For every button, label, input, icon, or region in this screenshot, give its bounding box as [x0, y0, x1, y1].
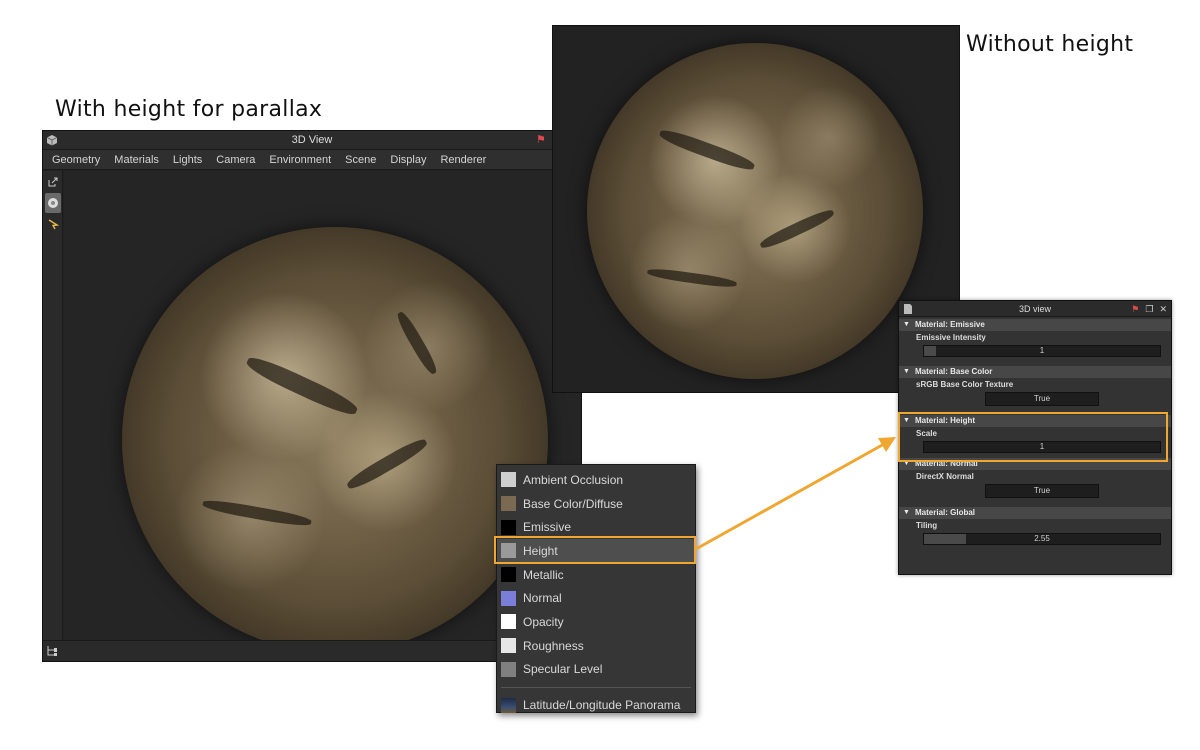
pin-icon[interactable]: ⚑ [1131, 301, 1139, 317]
channel-item-ambient-occlusion[interactable]: Ambient Occlusion [497, 468, 695, 492]
menu-scene[interactable]: Scene [340, 150, 385, 169]
cube-icon [46, 135, 58, 146]
rock-material-sphere [122, 227, 548, 641]
channel-dropdown-menu: Ambient Occlusion Base Color/Diffuse Emiss… [496, 464, 696, 713]
emissive-intensity-slider[interactable]: 1 [923, 345, 1161, 357]
channel-label: Emissive [523, 520, 572, 535]
pin-icon[interactable]: ⚑ [536, 131, 546, 150]
panel-title-bar: 3D view ⚑ ❐ ✕ [899, 301, 1171, 317]
channel-thumbnail-icon [501, 638, 516, 654]
channel-label: Opacity [523, 614, 564, 629]
channel-item-opacity[interactable]: Opacity [497, 610, 695, 634]
channel-label: Base Color/Diffuse [523, 496, 623, 511]
menu-renderer[interactable]: Renderer [435, 150, 495, 169]
rock-material-sphere-flat [587, 43, 923, 379]
channel-item-roughness[interactable]: Roughness [497, 634, 695, 658]
tiling-label: Tiling [916, 521, 938, 530]
directx-normal-label: DirectX Normal [916, 472, 974, 481]
collapse-triangle-icon[interactable]: ▼ [903, 366, 910, 378]
channel-thumbnail-icon [501, 661, 516, 677]
window-title: 3D View [291, 134, 333, 146]
menu-bar: Geometry Materials Lights Camera Environment… [43, 150, 581, 170]
menu-materials[interactable]: Materials [109, 150, 168, 169]
directx-toggle-button[interactable]: True [985, 484, 1099, 498]
document-icon [904, 304, 912, 314]
menu-camera[interactable]: Camera [211, 150, 264, 169]
channel-item-base-color-diffuse[interactable]: Base Color/Diffuse [497, 492, 695, 516]
menu-display[interactable]: Display [385, 150, 435, 169]
height-channel-highlight [494, 536, 696, 564]
title-bar: 3D View ⚑ ❐ ✕ [43, 131, 581, 150]
srgb-base-color-label: sRGB Base Color Texture [916, 380, 1014, 389]
restore-icon[interactable]: ❐ [1145, 301, 1153, 317]
section-header[interactable]: ▼ Material: Base Color [899, 366, 1171, 378]
caption-with-height: With height for parallax [55, 97, 323, 122]
channel-label: Metallic [523, 567, 564, 582]
channel-thumbnail-icon [501, 519, 516, 535]
camera-rotate-tool-icon[interactable] [45, 193, 61, 213]
channel-item-panorama[interactable]: Latitude/Longitude Panorama [497, 693, 695, 717]
tiling-slider[interactable]: 2.55 [923, 533, 1161, 545]
slider-fill [924, 534, 967, 544]
menu-geometry[interactable]: Geometry [47, 150, 109, 169]
tool-strip [43, 171, 63, 641]
channel-thumbnail-icon [501, 590, 516, 606]
section-global: ▼ Material: Global Tiling 2.55 [899, 507, 1171, 548]
section-header[interactable]: ▼ Material: Global [899, 507, 1171, 519]
slider-fill [924, 346, 936, 356]
close-icon[interactable]: ✕ [1159, 301, 1167, 317]
channel-thumbnail-icon [501, 496, 516, 512]
caption-without-height: Without height [966, 32, 1134, 57]
menu-lights[interactable]: Lights [168, 150, 211, 169]
channel-label: Roughness [523, 638, 584, 653]
panorama-thumbnail-icon [501, 697, 516, 713]
panel-title: 3D view [1018, 304, 1051, 314]
export-icon[interactable] [45, 174, 61, 190]
section-normal: ▼ Material: Normal DirectX Normal True [899, 458, 1171, 501]
channel-thumbnail-icon [501, 567, 516, 583]
scene-tree-icon[interactable] [46, 645, 58, 657]
srgb-toggle-button[interactable]: True [985, 392, 1099, 406]
channel-label: Specular Level [523, 662, 603, 677]
select-arrow-icon[interactable] [45, 216, 61, 232]
section-emissive: ▼ Material: Emissive Emissive Intensity 1 [899, 319, 1171, 360]
channel-label: Ambient Occlusion [523, 472, 624, 487]
collapse-triangle-icon[interactable]: ▼ [903, 319, 910, 331]
channel-item-specular-level[interactable]: Specular Level [497, 658, 695, 682]
channel-thumbnail-icon [501, 614, 516, 630]
channel-item-normal[interactable]: Normal [497, 586, 695, 610]
collapse-triangle-icon[interactable]: ▼ [903, 507, 910, 519]
channel-item-metallic[interactable]: Metallic [497, 563, 695, 587]
height-section-highlight [898, 412, 1168, 462]
channel-thumbnail-icon [501, 472, 516, 488]
menu-environment[interactable]: Environment [264, 150, 340, 169]
channel-label: Latitude/Longitude Panorama [523, 698, 681, 713]
section-base-color: ▼ Material: Base Color sRGB Base Color Te… [899, 366, 1171, 409]
emissive-intensity-label: Emissive Intensity [916, 333, 986, 342]
menu-separator [501, 687, 691, 689]
channel-label: Normal [523, 591, 562, 606]
section-header[interactable]: ▼ Material: Emissive [899, 319, 1171, 331]
